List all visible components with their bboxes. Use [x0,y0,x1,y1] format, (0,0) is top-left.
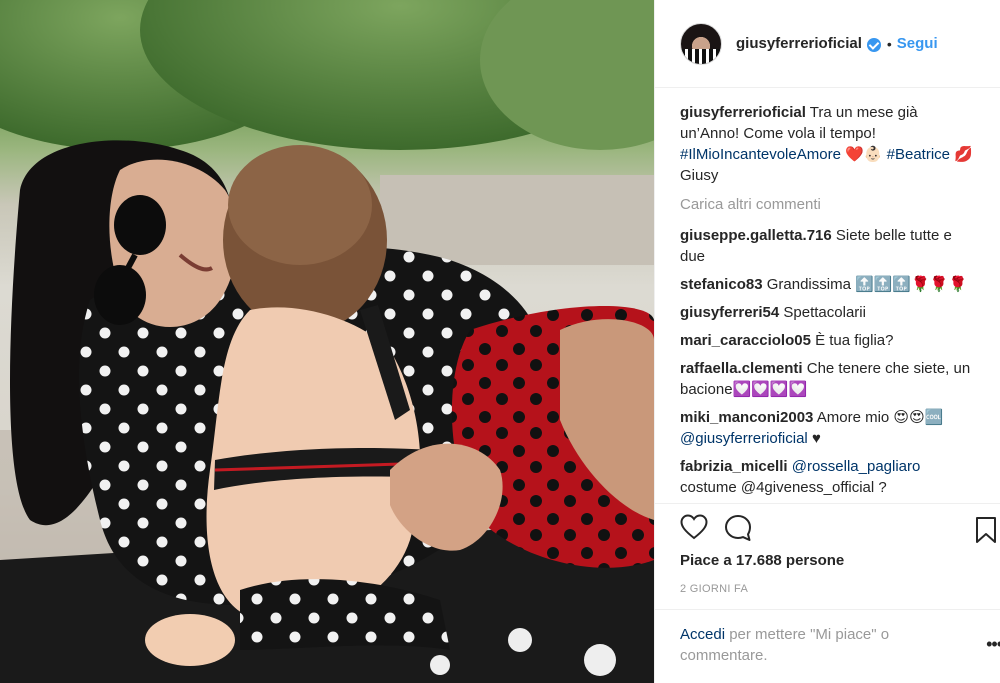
comment-text-after: ♥ [811,430,821,447]
caption-hashtag[interactable]: #IlMioIncantevoleAmore [680,146,841,163]
header-separator: • [886,35,892,52]
comment-text-after: costume @4giveness_official ? [680,479,887,496]
comment-username[interactable]: raffaella.clementi [680,360,803,377]
likes-count[interactable]: Piace a 17.688 persone [680,552,844,569]
comment-username[interactable]: fabrizia_micelli [680,458,788,475]
comment-item: giusyferreri54 Spettacolarii [680,302,977,323]
post-timestamp[interactable]: 2 GIORNI FA [680,583,748,595]
comment-mention[interactable]: @rossella_pagliaro [792,458,921,475]
comment-username[interactable]: giusyferreri54 [680,304,779,321]
photo-illustration [0,0,654,683]
caption-emoji: ❤️👶🏻 [845,146,883,163]
caption-signature: Giusy [680,167,719,184]
header-username[interactable]: giusyferrerioficial [736,35,862,52]
comment-item: miki_manconi2003 Amore mio 😍😍🆒 @giusyfer… [680,407,977,449]
comments-list[interactable]: giusyferrerioficial Tra un mese già un’A… [655,89,1000,503]
comment-item: giuseppe.galletta.716 Siete belle tutte … [680,225,977,267]
comment-mention[interactable]: @giusyferrerioficial [680,430,808,447]
post-photo[interactable] [0,0,654,683]
comment-icon[interactable] [724,514,752,542]
caption-hashtag[interactable]: #Beatrice [887,146,950,163]
comment-username[interactable]: giuseppe.galletta.716 [680,227,832,244]
action-bar [655,503,1000,549]
comment-text: Amore mio 😍😍🆒 [816,409,944,426]
login-link[interactable]: Accedi [680,626,725,643]
more-options-icon[interactable]: ••• [986,634,1000,655]
comment-item: raffaella.clementi Che tenere che siete,… [680,358,977,400]
caption-username[interactable]: giusyferrerioficial [680,104,806,121]
caption-emoji: 💋 [954,146,973,163]
login-prompt: Accedi per mettere "Mi piace" o commenta… [655,609,1000,666]
comment-username[interactable]: stefanico83 [680,276,763,293]
avatar[interactable] [680,22,722,65]
comment-item: fabrizia_micelli @rossella_pagliaro cost… [680,456,977,498]
comment-item: stefanico83 Grandissima 🔝🔝🔝🌹🌹🌹 [680,274,977,295]
post-side-panel: giusyferrerioficial • Segui giusyferreri… [654,0,1000,683]
heart-icon[interactable] [680,514,708,540]
caption: giusyferrerioficial Tra un mese già un’A… [680,102,977,186]
load-more-comments[interactable]: Carica altri commenti [680,194,977,215]
bookmark-icon[interactable] [975,516,997,544]
comment-username[interactable]: mari_caracciolo05 [680,332,811,349]
verified-badge-icon [866,37,881,52]
comment-username[interactable]: miki_manconi2003 [680,409,813,426]
comment-text: È tua figlia? [815,332,894,349]
comment-text: Grandissima 🔝🔝🔝🌹🌹🌹 [766,276,968,293]
post-header: giusyferrerioficial • Segui [655,0,1000,88]
comment-item: mari_caracciolo05 È tua figlia? [680,330,977,351]
comment-text: Spettacolarii [783,304,866,321]
follow-button[interactable]: Segui [897,35,938,52]
